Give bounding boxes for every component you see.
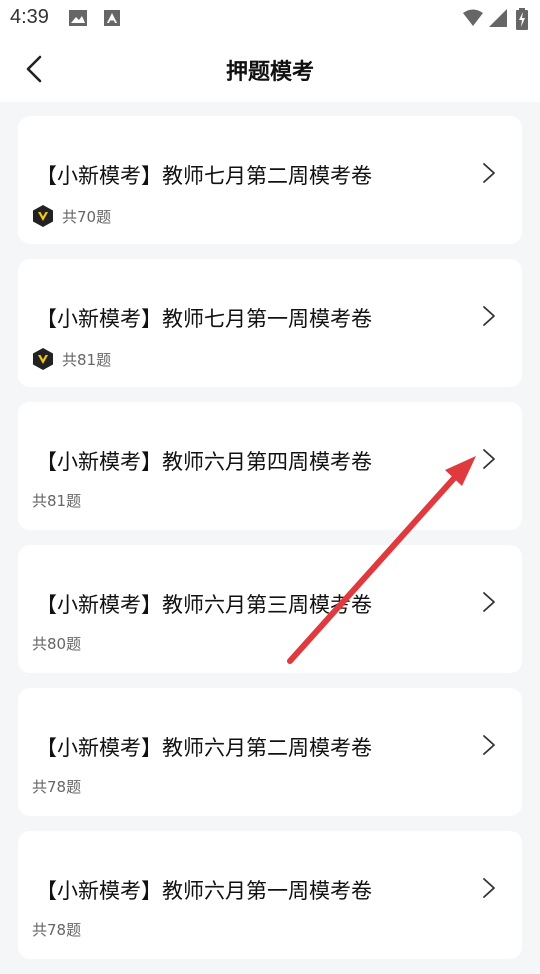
question-count: 共78题 [32,778,82,796]
gallery-notification-icon [69,10,87,26]
exam-card-title: 【小新模考】教师七月第一周模考卷 [36,307,372,331]
chevron-right-icon [483,735,495,755]
vip-badge-icon [33,205,53,227]
question-count: 共78题 [32,921,82,939]
exam-card-title: 【小新模考】教师六月第四周模考卷 [36,450,372,474]
exam-card-title: 【小新模考】教师六月第一周模考卷 [36,879,372,903]
exam-card-meta: 共81题 [32,490,81,511]
exam-card-meta: 共81题 [32,347,111,371]
chevron-right-icon [483,449,495,469]
question-count: 共81题 [62,350,112,369]
page-title: 押题模考 [225,60,314,85]
exam-card-meta: 共78题 [32,776,81,797]
exam-card-title: 【小新模考】教师七月第二周模考卷 [36,164,372,188]
app-notification-icon [104,10,120,26]
exam-card-title: 【小新模考】教师六月第三周模考卷 [36,593,372,617]
chevron-right-icon [483,306,495,326]
exam-card-title: 【小新模考】教师六月第二周模考卷 [36,736,372,760]
chevron-right-icon [483,592,495,612]
cell-signal-icon [489,9,507,27]
exam-card-meta: 共80题 [32,633,81,654]
exam-card[interactable]: 【小新模考】教师六月第二周模考卷 共78题 [18,688,522,816]
question-count: 共70题 [62,207,112,226]
status-time: 4:39 [10,6,49,28]
exam-card[interactable]: 【小新模考】教师七月第一周模考卷 共81题 [18,259,522,387]
chevron-right-icon [483,163,495,183]
vip-badge-icon [33,348,53,370]
exam-card[interactable]: 【小新模考】教师六月第四周模考卷 共81题 [18,402,522,530]
question-count: 共80题 [32,635,82,653]
exam-card[interactable]: 【小新模考】教师七月第二周模考卷 共70题 [18,116,522,244]
exam-card-meta: 共78题 [32,919,81,940]
exam-list: 【小新模考】教师七月第二周模考卷 共70题 【小新模考】教师七月第一周模考卷 共… [18,116,522,974]
battery-charging-icon [516,8,528,30]
chevron-right-icon [483,878,495,898]
question-count: 共81题 [32,492,82,510]
exam-card[interactable]: 【小新模考】教师六月第一周模考卷 共78题 [18,831,522,959]
status-bar: 4:39 [0,0,540,36]
page-header: 押题模考 [0,36,540,102]
exam-card-meta: 共70题 [32,204,111,228]
wifi-icon [463,9,483,26]
exam-card[interactable]: 【小新模考】教师六月第三周模考卷 共80题 [18,545,522,673]
